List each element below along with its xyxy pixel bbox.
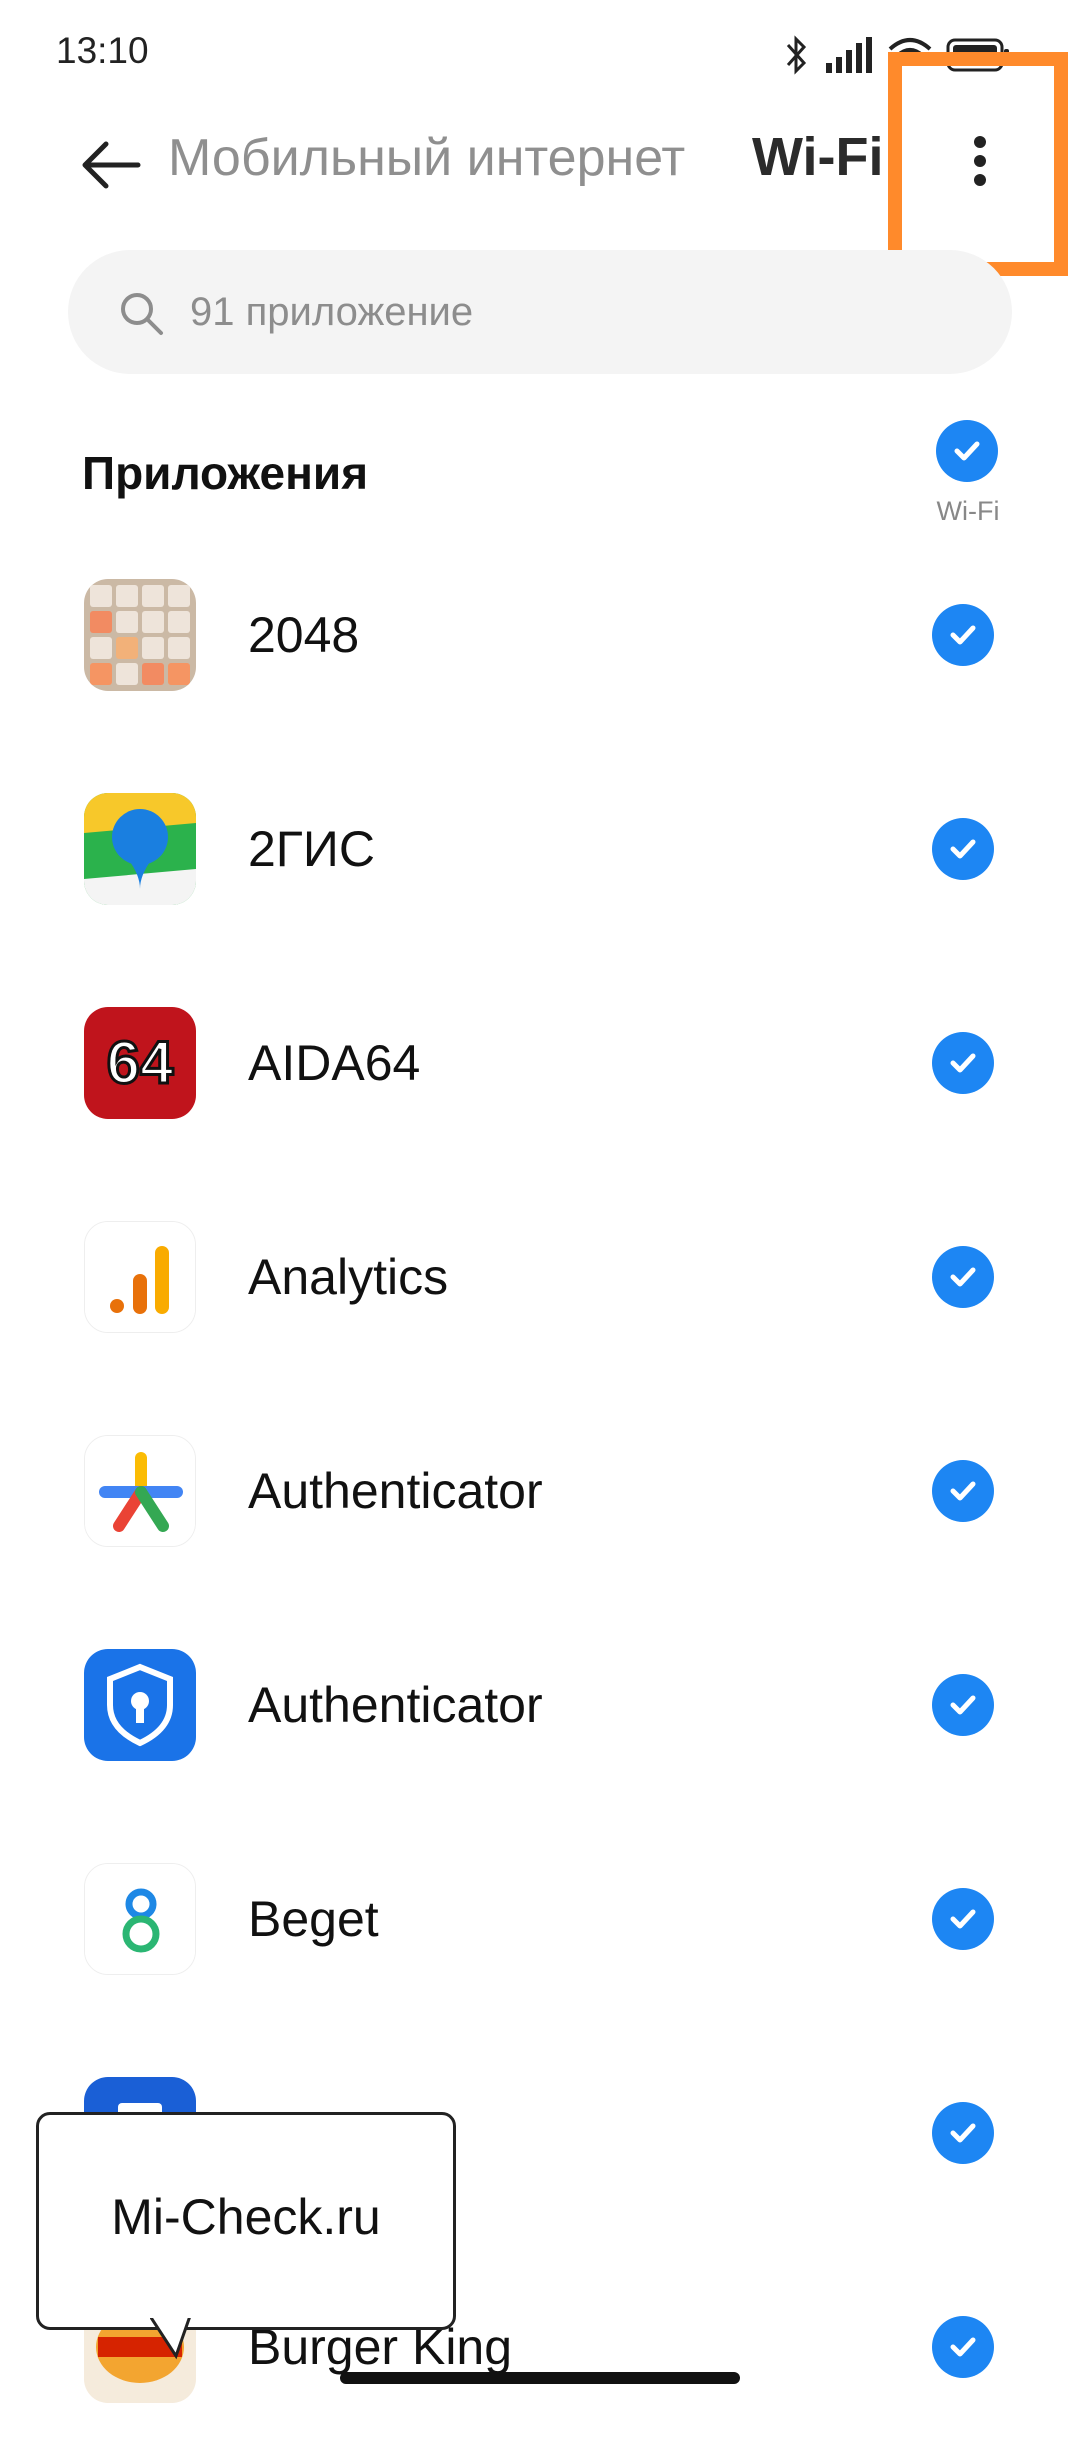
tab-mobile-internet-label: Мобильный интернет — [168, 129, 686, 187]
2048-game-icon — [84, 579, 196, 691]
check-icon — [950, 1909, 976, 1929]
signal-icon — [826, 37, 872, 73]
wifi-checkbox[interactable] — [932, 1888, 994, 1950]
aida64-icon: 64 — [84, 1007, 196, 1119]
wifi-checkbox[interactable] — [932, 604, 994, 666]
search-icon — [121, 293, 163, 335]
google-authenticator-icon — [84, 1435, 196, 1547]
check-icon — [950, 1053, 976, 1073]
wifi-checkbox[interactable] — [932, 818, 994, 880]
status-time: 13:10 — [56, 30, 149, 71]
tab-mobile-internet[interactable]: Мобильный интернет — [168, 128, 688, 188]
check-icon — [950, 1695, 976, 1715]
app-name: Beget — [248, 1891, 379, 1947]
app-row-microsoft-authenticator[interactable]: Authenticator — [0, 1598, 1080, 1812]
check-icon — [950, 1267, 976, 1287]
tab-wifi[interactable]: Wi-Fi — [752, 126, 883, 188]
microsoft-authenticator-shield-icon — [84, 1649, 196, 1761]
app-row-beget[interactable]: Beget — [0, 1812, 1080, 2026]
wifi-checkbox[interactable] — [932, 1246, 994, 1308]
highlight-frame — [888, 52, 1068, 276]
wifi-column-label: Wi-Fi — [936, 496, 1000, 526]
app-row-aida64[interactable]: 64 AIDA64 — [0, 956, 1080, 1170]
beget-icon — [84, 1863, 196, 1975]
analytics-bars-icon — [84, 1221, 196, 1333]
wifi-checkbox[interactable] — [932, 2102, 994, 2164]
search-input[interactable] — [190, 282, 890, 342]
app-row-2048[interactable]: 2048 — [0, 528, 1080, 742]
wifi-checkbox[interactable] — [932, 1460, 994, 1522]
app-name: Analytics — [248, 1249, 449, 1305]
app-name: Authenticator — [248, 1463, 543, 1519]
watermark-text: Mi-Check.ru — [111, 2189, 381, 2245]
home-indicator[interactable] — [340, 2372, 740, 2384]
check-icon — [950, 2337, 976, 2357]
app-name: AIDA64 — [248, 1035, 421, 1091]
check-icon — [950, 839, 976, 859]
check-icon — [950, 625, 976, 645]
back-button[interactable] — [78, 130, 148, 200]
wifi-checkbox[interactable] — [932, 1032, 994, 1094]
app-row-2gis[interactable]: 2ГИС — [0, 742, 1080, 956]
select-all-wifi-checkbox[interactable] — [936, 420, 998, 482]
check-icon — [950, 1481, 976, 1501]
svg-text:64: 64 — [107, 1029, 174, 1096]
wifi-checkbox[interactable] — [932, 2316, 994, 2378]
section-title: Приложения — [82, 447, 369, 499]
app-row-analytics[interactable]: Analytics — [0, 1170, 1080, 1384]
2gis-map-icon — [84, 793, 196, 905]
arrow-left-icon — [82, 141, 141, 189]
app-name: 2048 — [248, 607, 360, 663]
app-row-google-authenticator[interactable]: Authenticator — [0, 1384, 1080, 1598]
callout-tail — [150, 2316, 194, 2360]
wifi-checkbox[interactable] — [932, 1674, 994, 1736]
check-icon — [954, 441, 980, 461]
app-name: 2ГИС — [248, 821, 375, 877]
app-name: Authenticator — [248, 1677, 543, 1733]
bluetooth-icon — [786, 35, 807, 75]
check-icon — [950, 2123, 976, 2143]
